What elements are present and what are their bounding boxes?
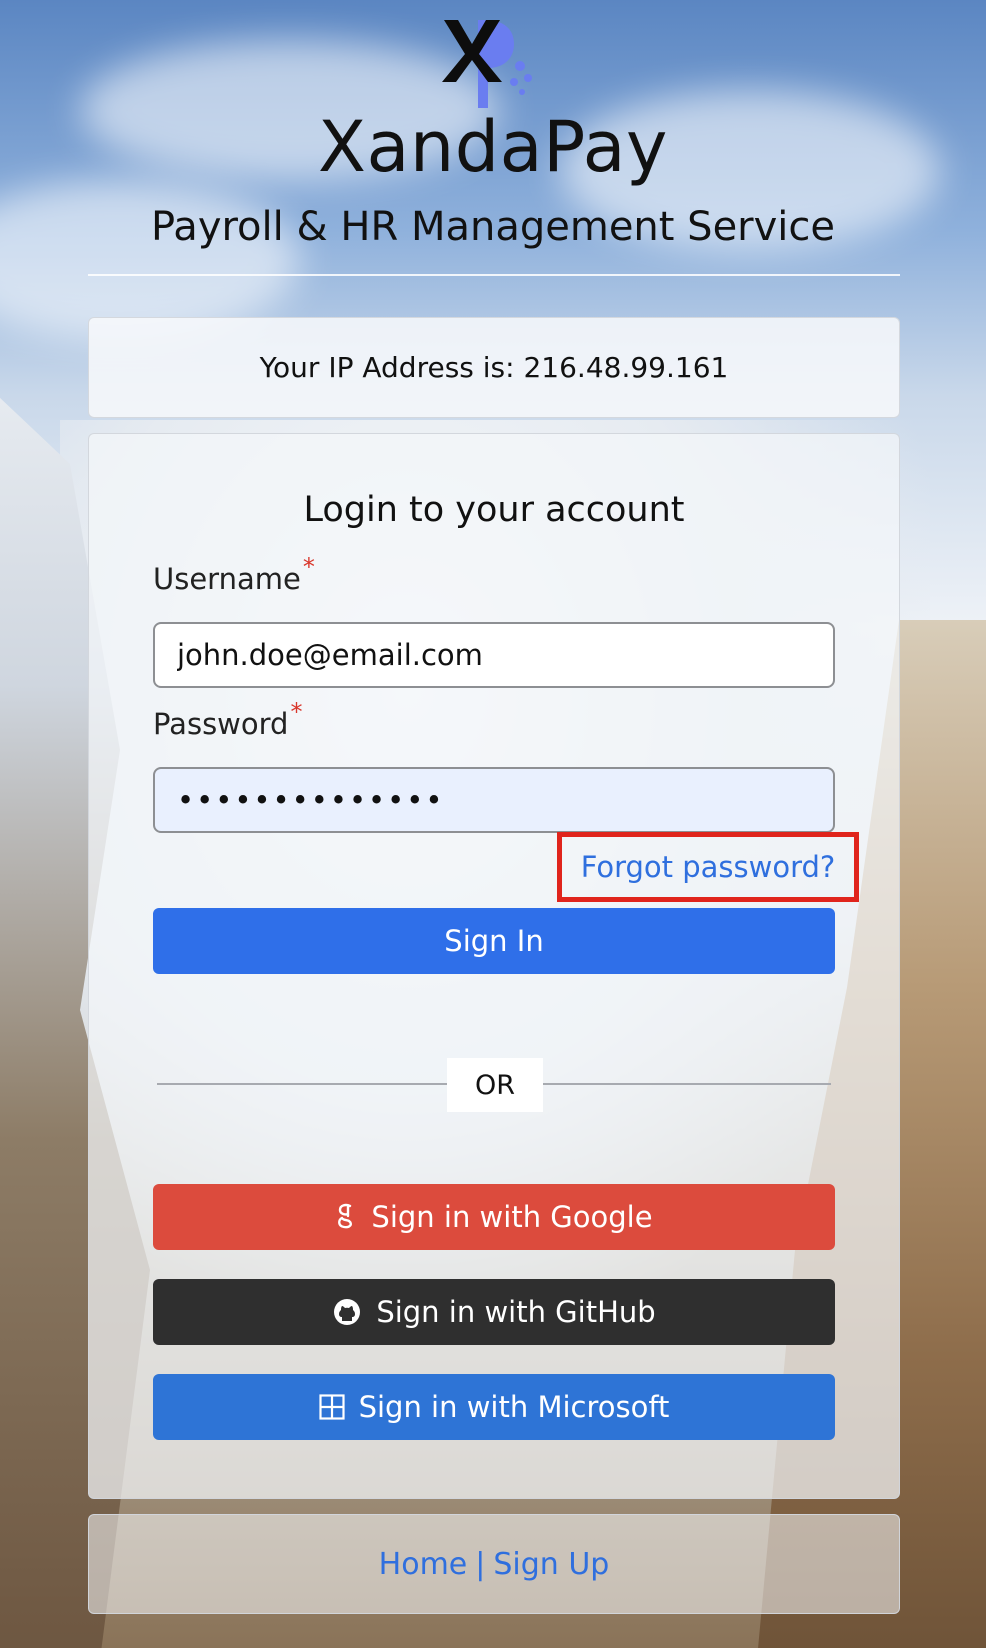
brand-name: XandaPay xyxy=(318,106,668,188)
password-label-text: Password xyxy=(153,707,289,741)
ip-address-text: Your IP Address is: 216.48.99.161 xyxy=(259,351,729,384)
login-title: Login to your account xyxy=(303,490,685,530)
sign-in-button[interactable]: Sign In xyxy=(153,908,835,974)
header-divider xyxy=(88,274,900,276)
forgot-password-highlight: Forgot password? xyxy=(557,832,859,902)
forgot-password-link[interactable]: Forgot password? xyxy=(581,850,836,884)
github-sign-in-label: Sign in with GitHub xyxy=(376,1295,656,1329)
password-label: Password* xyxy=(153,698,302,741)
brand-tagline: Payroll & HR Management Service xyxy=(150,204,836,250)
microsoft-sign-in-label: Sign in with Microsoft xyxy=(358,1390,670,1424)
google-icon xyxy=(335,1202,357,1232)
footer-separator: | xyxy=(475,1546,486,1582)
sign-in-label: Sign In xyxy=(444,924,544,958)
xandapay-logo xyxy=(442,20,532,108)
login-panel: Login to your account Username* Password… xyxy=(88,433,900,1499)
ip-notice-panel: Your IP Address is: 216.48.99.161 xyxy=(88,317,900,418)
sign-up-link[interactable]: Sign Up xyxy=(493,1547,609,1582)
microsoft-sign-in-button[interactable]: Sign in with Microsoft xyxy=(153,1374,835,1440)
microsoft-icon xyxy=(318,1394,345,1420)
footer-links: Home | Sign Up xyxy=(379,1547,610,1582)
password-input[interactable] xyxy=(153,767,835,833)
required-marker: * xyxy=(302,553,315,581)
or-divider: OR xyxy=(447,1058,543,1112)
username-input[interactable] xyxy=(153,622,835,688)
home-link[interactable]: Home xyxy=(379,1547,468,1582)
github-icon xyxy=(332,1297,362,1327)
username-label: Username* xyxy=(153,553,315,596)
required-marker: * xyxy=(290,698,303,726)
google-sign-in-label: Sign in with Google xyxy=(371,1200,653,1234)
footer-panel: Home | Sign Up xyxy=(88,1514,900,1614)
github-sign-in-button[interactable]: Sign in with GitHub xyxy=(153,1279,835,1345)
username-label-text: Username xyxy=(153,562,301,596)
google-sign-in-button[interactable]: Sign in with Google xyxy=(153,1184,835,1250)
